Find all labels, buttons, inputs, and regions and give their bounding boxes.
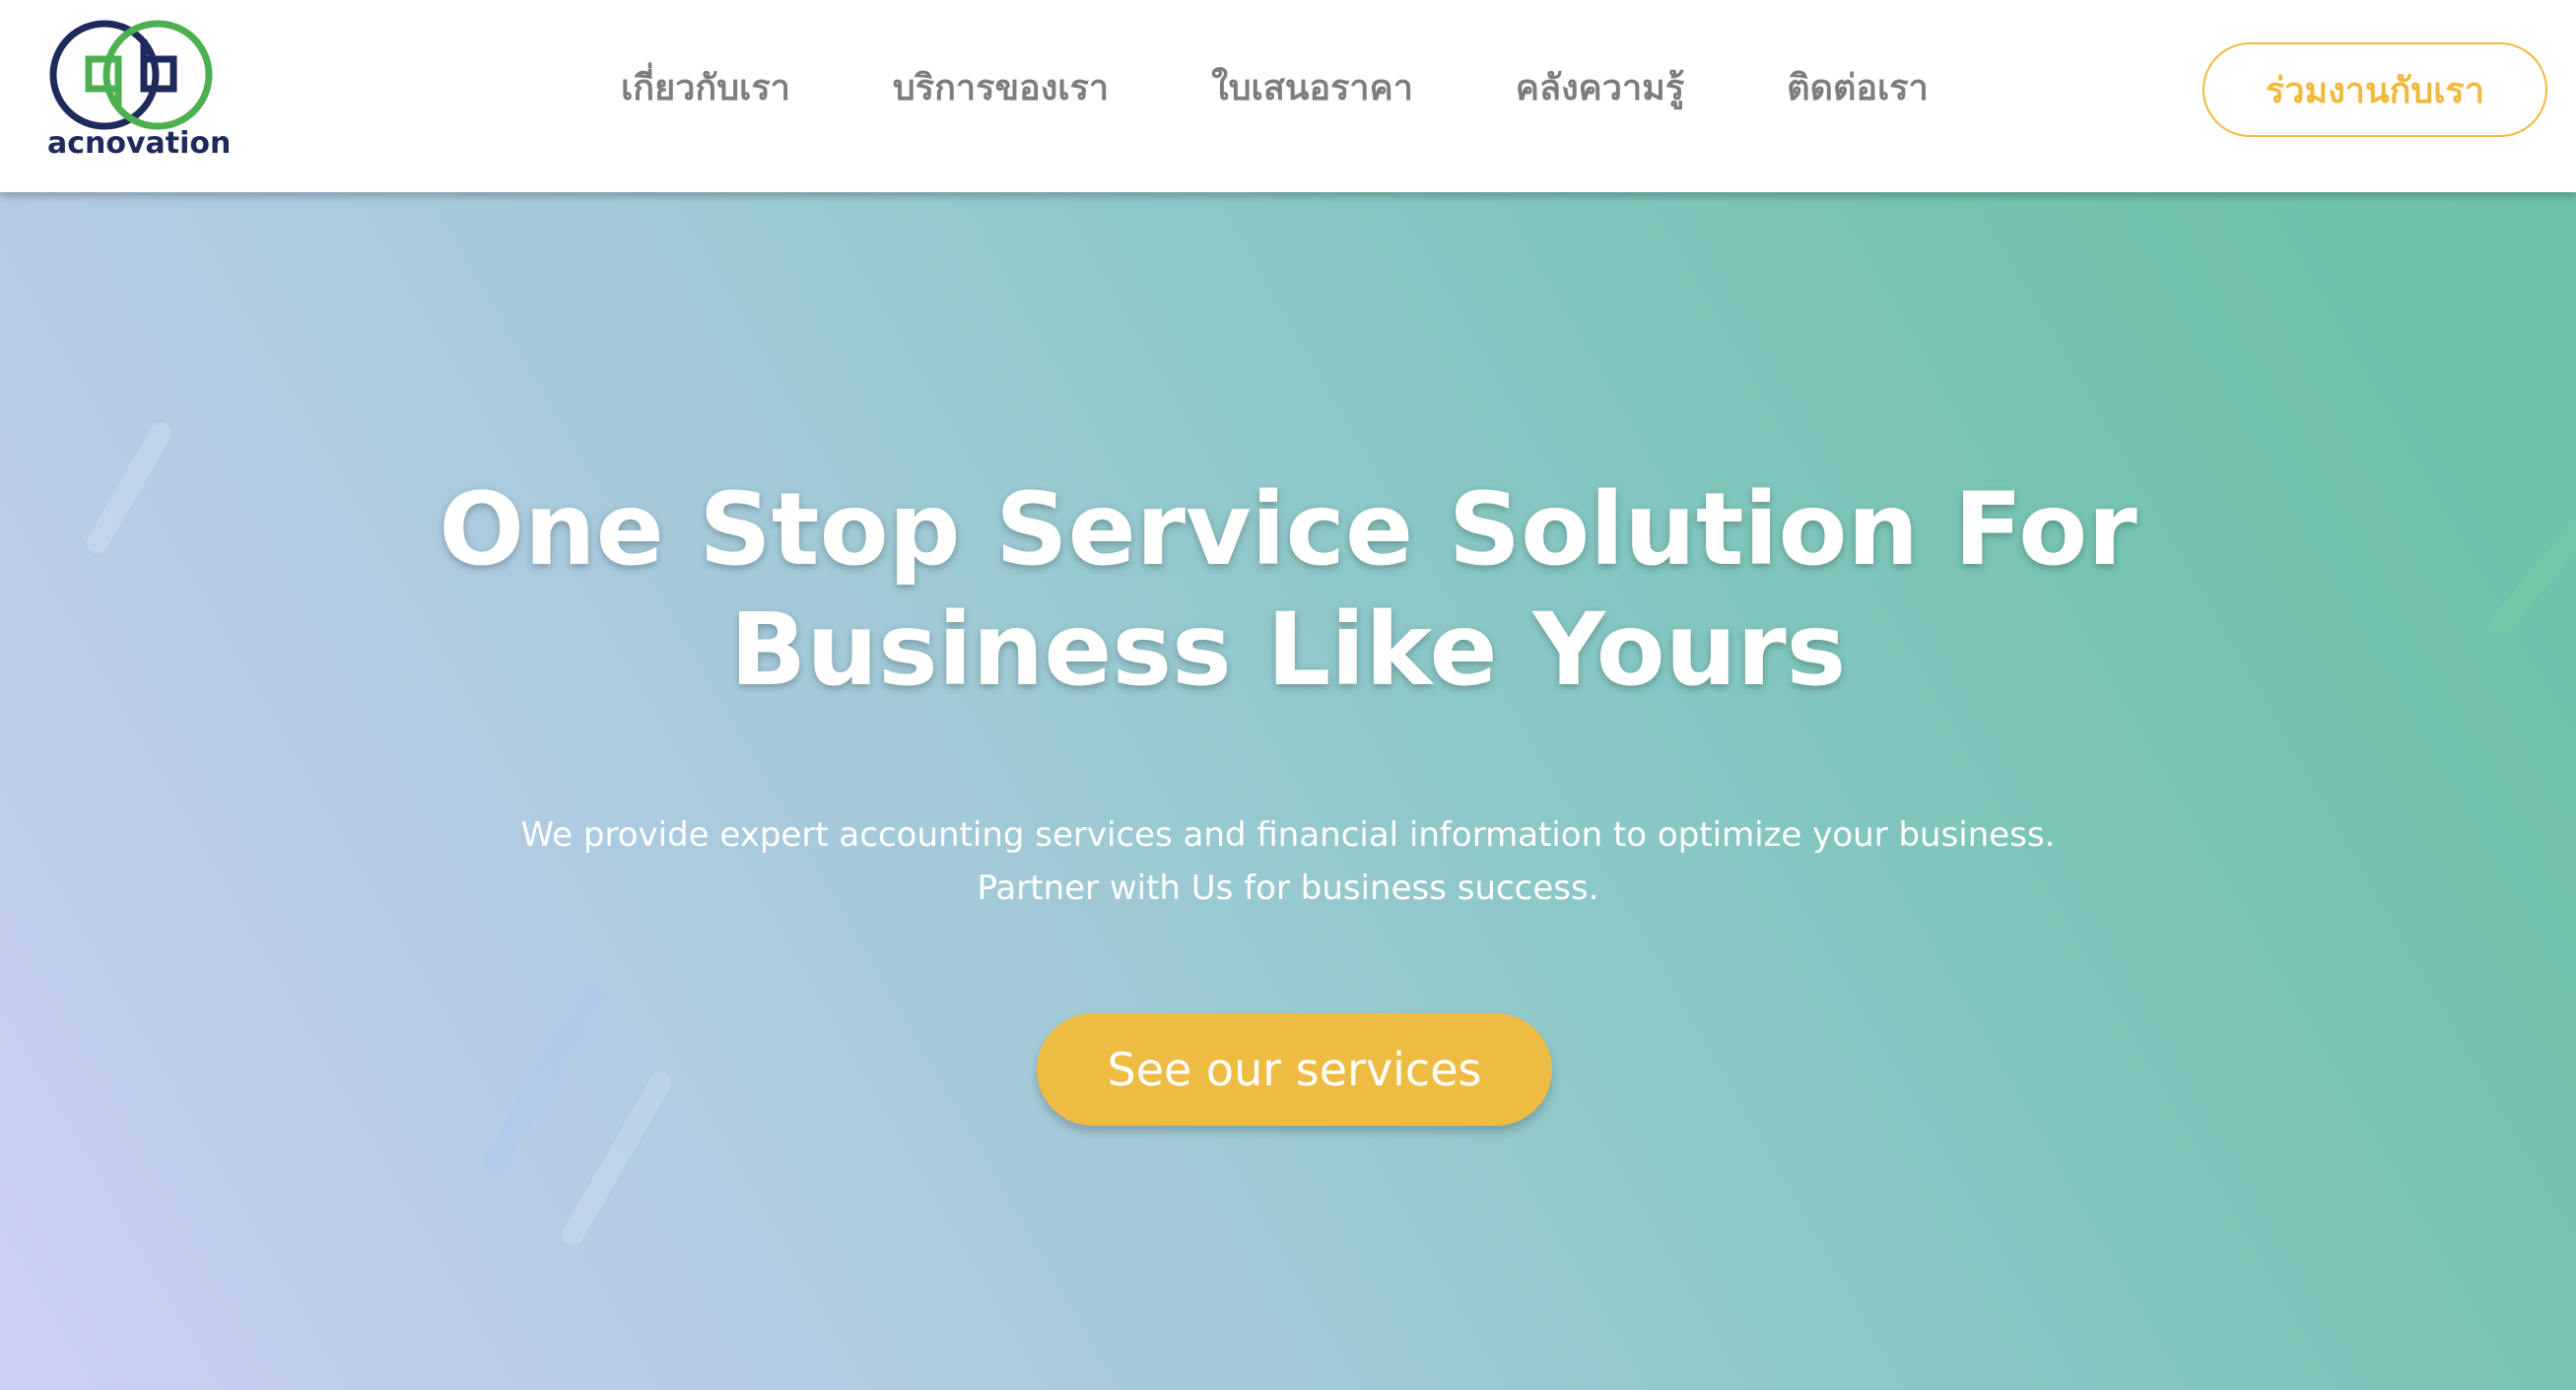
hero-title: One Stop Service Solution For Business L… bbox=[303, 470, 2273, 711]
hero-section: One Stop Service Solution For Business L… bbox=[0, 192, 2576, 1390]
decorative-streak bbox=[479, 980, 607, 1179]
hero-subtitle: We provide expert accounting services an… bbox=[253, 808, 2323, 915]
acnovation-logo-icon bbox=[49, 20, 213, 130]
hero-subtitle-line-2: Partner with Us for business success. bbox=[977, 869, 1599, 908]
see-services-button[interactable]: See our services bbox=[1037, 1013, 1552, 1126]
main-nav: เกี่ยวกับเรา บริการของเรา ใบเสนอราคา คลั… bbox=[621, 57, 1929, 116]
nav-item-services[interactable]: บริการของเรา bbox=[893, 59, 1109, 115]
hero-title-line-2: Business Like Yours bbox=[729, 591, 1847, 709]
nav-item-about[interactable]: เกี่ยวกับเรา bbox=[621, 59, 790, 115]
hero-title-line-1: One Stop Service Solution For bbox=[439, 471, 2137, 589]
nav-item-contact[interactable]: ติดต่อเรา bbox=[1787, 59, 1929, 115]
logo-wordmark: acnovation bbox=[47, 126, 232, 161]
nav-item-quotation[interactable]: ใบเสนอราคา bbox=[1211, 59, 1413, 115]
page: acnovation เกี่ยวกับเรา บริการของเรา ใบเ… bbox=[0, 0, 2576, 1390]
nav-item-knowledge[interactable]: คลังความรู้ bbox=[1516, 59, 1684, 115]
decorative-streak bbox=[2485, 495, 2576, 639]
site-header: acnovation เกี่ยวกับเรา บริการของเรา ใบเ… bbox=[0, 0, 2576, 192]
decorative-streak bbox=[558, 1067, 676, 1250]
hero-subtitle-line-1: We provide expert accounting services an… bbox=[520, 815, 2056, 855]
decorative-streak bbox=[82, 418, 176, 558]
acnovation-logo[interactable]: acnovation bbox=[47, 18, 232, 162]
join-us-button[interactable]: ร่วมงานกับเรา bbox=[2203, 42, 2547, 137]
